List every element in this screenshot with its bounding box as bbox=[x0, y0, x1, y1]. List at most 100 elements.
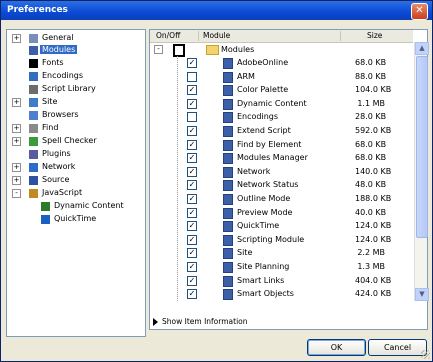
module-row[interactable]: ✓ Network 140.0 KB bbox=[150, 166, 412, 178]
collapse-icon[interactable]: - bbox=[12, 189, 21, 198]
scroll-thumb[interactable] bbox=[416, 56, 428, 238]
sidebar-item[interactable]: QuickTime bbox=[7, 213, 143, 226]
module-row[interactable]: ARM 88.0 KB bbox=[150, 71, 412, 83]
header-module[interactable]: Module bbox=[203, 31, 230, 40]
sidebar-item[interactable]: + Source bbox=[7, 174, 143, 187]
module-size: 68.0 KB bbox=[355, 58, 387, 67]
sidebar-item[interactable]: Script Library bbox=[7, 83, 143, 96]
plugins-icon bbox=[29, 150, 38, 159]
module-size: 124.0 KB bbox=[355, 234, 392, 244]
module-row[interactable]: ✓ Color Palette 104.0 KB bbox=[150, 84, 412, 97]
module-checkbox[interactable]: ✓ bbox=[187, 207, 197, 218]
sidebar-item[interactable]: + Site bbox=[7, 96, 143, 109]
ok-button[interactable]: OK bbox=[307, 339, 366, 356]
sidebar-item[interactable]: Modules bbox=[7, 44, 143, 57]
sidebar-item[interactable]: Browsers bbox=[7, 109, 143, 122]
module-row[interactable]: ✓ Scripting Module 124.0 KB bbox=[150, 234, 412, 246]
module-checkbox[interactable]: ✓ bbox=[187, 166, 197, 177]
sidebar-item-label: Fonts bbox=[42, 58, 64, 67]
module-row[interactable]: ✓ Preview Mode 40.0 KB bbox=[150, 207, 412, 219]
spell-checker-icon bbox=[29, 137, 38, 146]
scroll-up-icon[interactable]: ▲ bbox=[415, 42, 429, 55]
root-toggle-icon[interactable] bbox=[173, 44, 185, 57]
module-checkbox[interactable]: ✓ bbox=[187, 221, 197, 232]
module-icon bbox=[223, 262, 233, 273]
sidebar-item[interactable]: Encodings bbox=[7, 70, 143, 83]
module-size: 188.0 KB bbox=[355, 194, 392, 203]
expand-icon[interactable]: + bbox=[12, 98, 21, 107]
sidebar-item[interactable]: Plugins bbox=[7, 148, 143, 161]
module-checkbox[interactable]: ✓ bbox=[187, 153, 197, 164]
module-checkbox[interactable]: ✓ bbox=[187, 139, 197, 150]
header-onoff[interactable]: On/Off bbox=[156, 31, 180, 40]
dynamic-content-icon bbox=[41, 202, 50, 211]
show-item-info-label: Show Item Information bbox=[162, 317, 248, 326]
module-checkbox[interactable]: ✓ bbox=[187, 194, 197, 204]
header-separator[interactable] bbox=[340, 31, 341, 41]
module-checkbox[interactable]: ✓ bbox=[187, 289, 197, 300]
module-checkbox[interactable] bbox=[187, 112, 197, 123]
module-checkbox[interactable] bbox=[187, 71, 197, 82]
expand-icon[interactable]: + bbox=[12, 163, 21, 172]
sidebar-item-label: Source bbox=[42, 175, 70, 184]
module-row[interactable]: ✓ Network Status 48.0 KB bbox=[150, 179, 412, 192]
source-icon bbox=[29, 176, 38, 185]
sidebar-item[interactable]: + Network bbox=[7, 161, 143, 174]
module-row[interactable]: ✓ Site 2.2 MB bbox=[150, 247, 412, 260]
expand-icon[interactable]: + bbox=[12, 137, 21, 146]
module-row[interactable]: ✓ Outline Mode 188.0 KB bbox=[150, 193, 412, 205]
module-row[interactable]: ✓ QuickTime 124.0 KB bbox=[150, 220, 412, 233]
module-name: Smart Objects bbox=[237, 289, 294, 299]
sidebar-item-label: Dynamic Content bbox=[54, 201, 124, 210]
module-icon bbox=[223, 112, 233, 124]
module-checkbox[interactable]: ✓ bbox=[187, 126, 197, 136]
cancel-button[interactable]: Cancel bbox=[368, 339, 427, 356]
header-separator[interactable] bbox=[198, 31, 199, 41]
sidebar-item-label: Encodings bbox=[42, 71, 84, 80]
module-checkbox[interactable]: ✓ bbox=[187, 58, 197, 68]
close-button[interactable]: ✕ bbox=[411, 3, 428, 20]
module-checkbox[interactable]: ✓ bbox=[187, 85, 197, 96]
module-icon bbox=[223, 207, 233, 219]
sidebar-item[interactable]: - JavaScript bbox=[7, 187, 143, 200]
module-row[interactable]: ✓ Smart Links 404.0 KB bbox=[150, 275, 412, 287]
module-row[interactable]: ✓ Smart Objects 424.0 KB bbox=[150, 288, 412, 301]
module-row[interactable]: ✓ Extend Script 592.0 KB bbox=[150, 125, 412, 137]
general-icon bbox=[29, 34, 38, 43]
modules-icon bbox=[29, 46, 38, 55]
scroll-down-icon[interactable]: ▼ bbox=[415, 288, 429, 301]
module-row[interactable]: ✓ Find by Element 68.0 KB bbox=[150, 139, 412, 151]
modules-root-row[interactable]: - Modules bbox=[150, 44, 412, 57]
module-icon bbox=[223, 166, 233, 178]
module-name: Modules Manager bbox=[237, 153, 308, 163]
expand-icon[interactable]: + bbox=[12, 124, 21, 133]
sidebar-item[interactable]: + Find bbox=[7, 122, 143, 135]
module-row[interactable]: ✓ Dynamic Content 1.1 MB bbox=[150, 98, 412, 110]
vertical-scrollbar[interactable]: ▲ ▼ bbox=[414, 42, 429, 301]
window-title: Preferences bbox=[7, 5, 68, 15]
sidebar-item[interactable]: + Spell Checker bbox=[7, 135, 143, 148]
resize-grip[interactable] bbox=[421, 350, 430, 359]
module-name: AdobeOnline bbox=[237, 58, 289, 67]
module-checkbox[interactable]: ✓ bbox=[187, 262, 197, 272]
module-row[interactable]: ✓ Site Planning 1.3 MB bbox=[150, 261, 412, 273]
module-checkbox[interactable]: ✓ bbox=[187, 180, 197, 191]
collapse-icon[interactable]: - bbox=[154, 45, 163, 54]
module-size: 68.0 KB bbox=[355, 153, 387, 163]
disclosure-triangle-icon[interactable] bbox=[153, 318, 158, 326]
module-checkbox[interactable]: ✓ bbox=[187, 275, 197, 286]
show-item-info-toggle[interactable]: Show Item Information bbox=[149, 316, 349, 328]
module-row[interactable]: ✓ AdobeOnline 68.0 KB bbox=[150, 57, 412, 69]
module-row[interactable]: ✓ Modules Manager 68.0 KB bbox=[150, 152, 412, 165]
header-size[interactable]: Size bbox=[367, 31, 382, 40]
network-icon bbox=[29, 163, 38, 172]
sidebar-item[interactable]: Dynamic Content bbox=[7, 200, 143, 213]
expand-icon[interactable]: + bbox=[12, 34, 21, 43]
module-row[interactable]: Encodings 28.0 KB bbox=[150, 111, 412, 124]
expand-icon[interactable]: + bbox=[12, 176, 21, 185]
module-size: 104.0 KB bbox=[355, 85, 392, 95]
module-checkbox[interactable]: ✓ bbox=[187, 98, 197, 109]
module-checkbox[interactable]: ✓ bbox=[187, 234, 197, 245]
sidebar-item[interactable]: Fonts bbox=[7, 57, 143, 70]
module-checkbox[interactable]: ✓ bbox=[187, 248, 197, 259]
